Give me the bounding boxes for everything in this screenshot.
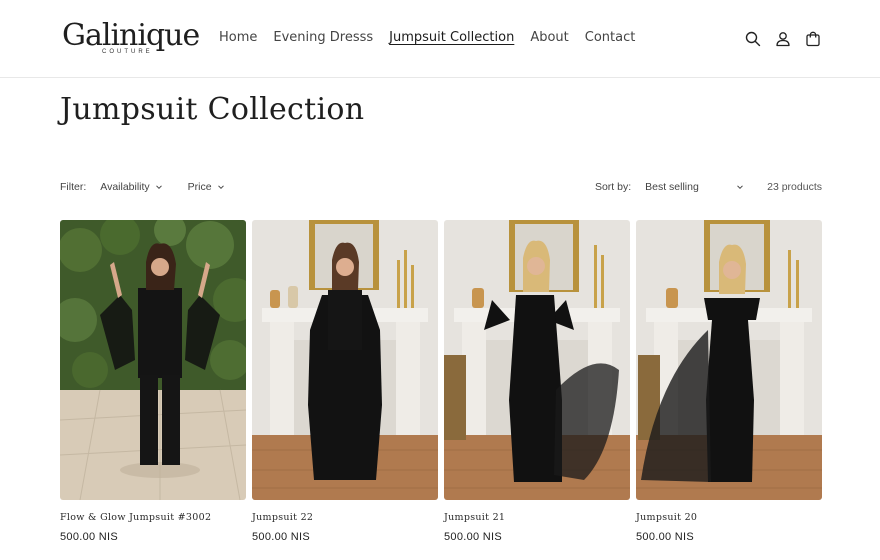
product-card[interactable]: Jumpsuit 22 500.00 NIS [252,220,438,543]
brand-logo-sub: COUTURE [102,49,153,55]
filter-label: Filter: [60,181,87,193]
filter-group: Filter: Availability Price [60,181,250,193]
filter-price-button[interactable]: Price [188,181,226,193]
product-image[interactable] [636,220,822,500]
product-card[interactable]: Jumpsuit 20 500.00 NIS [636,220,822,543]
chevron-down-icon [737,185,743,190]
sort-group: Sort by: Best selling 23 products [595,181,822,193]
product-image[interactable] [444,220,630,500]
product-card[interactable]: Flow & Glow Jumpsuit #3002 500.00 NIS [60,220,246,543]
sort-select[interactable]: Best selling [645,181,745,193]
product-price: 500.00 NIS [60,531,119,543]
product-title[interactable]: Flow & Glow Jumpsuit #3002 [60,512,246,523]
header-icons [744,30,822,48]
product-grid: Flow & Glow Jumpsuit #3002 500.00 NIS Ju… [60,220,822,543]
product-card[interactable]: Jumpsuit 21 500.00 NIS [444,220,630,543]
product-image[interactable] [252,220,438,500]
filter-price-label: Price [187,181,212,193]
site-header: Galinique COUTURE Home Evening Dresss Ju… [0,0,880,78]
product-title[interactable]: Jumpsuit 22 [252,512,438,523]
chevron-down-icon [155,185,162,190]
sort-label: Sort by: [594,181,632,193]
product-price: 500.00 NIS [636,531,695,543]
nav-contact[interactable]: Contact [585,30,636,45]
brand-logo[interactable]: Galinique COUTURE [62,18,200,60]
filter-availability-label: Availability [100,181,150,193]
nav-evening-dresses[interactable]: Evening Dresss [273,30,373,45]
filter-bar: Filter: Availability Price Sort by: Best… [60,181,822,197]
product-price: 500.00 NIS [252,531,311,543]
main-nav: Home Evening Dresss Jumpsuit Collection … [219,30,635,45]
chevron-down-icon [217,185,224,190]
nav-jumpsuit-collection[interactable]: Jumpsuit Collection [389,30,514,45]
search-icon[interactable] [744,30,762,48]
sort-value: Best selling [645,181,699,193]
page-title: Jumpsuit Collection [60,92,365,127]
filter-availability-button[interactable]: Availability [100,181,163,193]
nav-home[interactable]: Home [219,30,257,45]
account-icon[interactable] [774,30,792,48]
product-title[interactable]: Jumpsuit 20 [636,512,822,523]
nav-about[interactable]: About [530,30,568,45]
product-image[interactable] [60,220,246,500]
product-count: 23 products [767,181,822,193]
cart-icon[interactable] [804,30,822,48]
product-title[interactable]: Jumpsuit 21 [444,512,630,523]
product-price: 500.00 NIS [444,531,503,543]
